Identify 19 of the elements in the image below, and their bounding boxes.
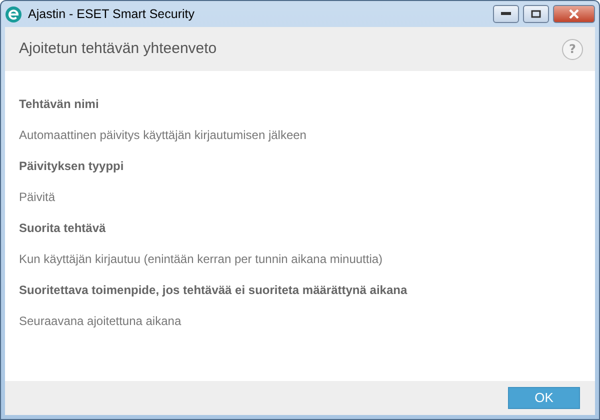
maximize-icon <box>531 10 541 18</box>
app-logo-icon <box>5 6 22 22</box>
minimize-button[interactable] <box>493 5 519 23</box>
field-label: Suoritettava toimenpide, jos tehtävää ei suoriteta määrättynä aikana <box>19 282 408 298</box>
close-button[interactable] <box>553 5 595 23</box>
field-value: Päivitä <box>19 188 56 206</box>
field-label: Päivityksen tyyppi <box>19 158 125 174</box>
field-label: Suorita tehtävä <box>19 220 107 236</box>
field-value: Kun käyttäjän kirjautuu (enintään kerran per tunnin aikana minuuttia) <box>19 250 384 268</box>
field-label: Tehtävän nimi <box>19 96 100 112</box>
window-title: Ajastin - ESET Smart Security <box>28 6 194 23</box>
ok-button[interactable]: OK <box>508 387 580 409</box>
maximize-button[interactable] <box>523 5 549 23</box>
field-value: Automaattinen päivitys käyttäjän kirjautumisen jälkeen <box>19 126 308 144</box>
help-button[interactable]: ? <box>562 38 583 60</box>
close-icon <box>568 9 580 19</box>
minimize-icon <box>501 12 511 16</box>
field-value: Seuraavana ajoitettuna aikana <box>19 312 182 330</box>
dialog-title: Ajoitetun tehtävän yhteenveto <box>19 38 217 59</box>
